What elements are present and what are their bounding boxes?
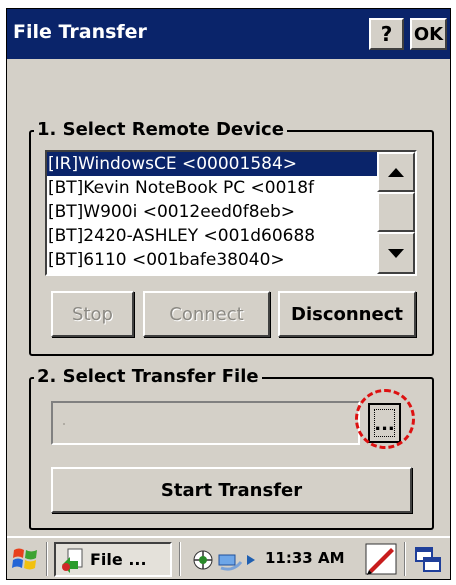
- device-list-item[interactable]: [IR]WindowsCE <00001584>: [47, 152, 377, 176]
- remote-device-group-title: 1. Select Remote Device: [34, 119, 287, 140]
- arrow-up-icon: [388, 167, 404, 177]
- taskbar-separator: [179, 542, 181, 576]
- taskbar-separator: [404, 542, 406, 576]
- device-list-scrollbar[interactable]: [377, 152, 415, 274]
- device-list-item[interactable]: [BT]W900i <0012eed0f8eb>: [47, 200, 377, 224]
- scroll-down-button[interactable]: [377, 232, 415, 274]
- scroll-up-button[interactable]: [377, 152, 415, 192]
- disconnect-button[interactable]: Disconnect: [278, 291, 416, 337]
- screen: File Transfer ? OK 1. Select Remote Devi…: [6, 8, 451, 580]
- start-transfer-button[interactable]: Start Transfer: [51, 467, 412, 513]
- ok-button[interactable]: OK: [410, 18, 447, 50]
- taskbar: File ... 11:33 AM: [7, 536, 450, 579]
- device-frame: File Transfer ? OK 1. Select Remote Devi…: [0, 0, 456, 585]
- file-transfer-app-icon: [62, 548, 83, 573]
- device-list: [IR]WindowsCE <00001584> [BT]Kevin NoteBo…: [47, 152, 377, 274]
- highlight-circle: [355, 389, 415, 449]
- taskbar-separator: [46, 542, 48, 576]
- arrow-down-icon: [388, 248, 404, 258]
- device-listbox[interactable]: [IR]WindowsCE <00001584> [BT]Kevin NoteBo…: [45, 150, 417, 276]
- windows-flag-icon[interactable]: [11, 544, 41, 574]
- task-file-transfer[interactable]: File ...: [54, 542, 172, 577]
- task-label: File ...: [90, 550, 147, 569]
- connect-button[interactable]: Connect: [143, 291, 270, 337]
- stop-button[interactable]: Stop: [51, 291, 134, 337]
- input-panel-pen-icon[interactable]: [365, 542, 397, 576]
- clock[interactable]: 11:33 AM: [265, 549, 345, 567]
- switch-windows-icon[interactable]: [414, 546, 442, 574]
- transfer-file-group-title: 2. Select Transfer File: [34, 366, 262, 387]
- scroll-thumb[interactable]: [377, 192, 415, 232]
- title-bar: File Transfer ? OK: [7, 9, 450, 59]
- device-list-item[interactable]: [BT]Kevin NoteBook PC <0018f: [47, 176, 377, 200]
- device-list-item[interactable]: [BT]2420-ASHLEY <001d60688: [47, 224, 377, 248]
- help-button[interactable]: ?: [369, 18, 404, 50]
- device-list-item[interactable]: [BT]6110 <001bafe38040>: [47, 248, 377, 272]
- transfer-file-field[interactable]: [51, 401, 360, 445]
- tray-network-icon[interactable]: [193, 546, 263, 574]
- window-title: File Transfer: [13, 21, 147, 43]
